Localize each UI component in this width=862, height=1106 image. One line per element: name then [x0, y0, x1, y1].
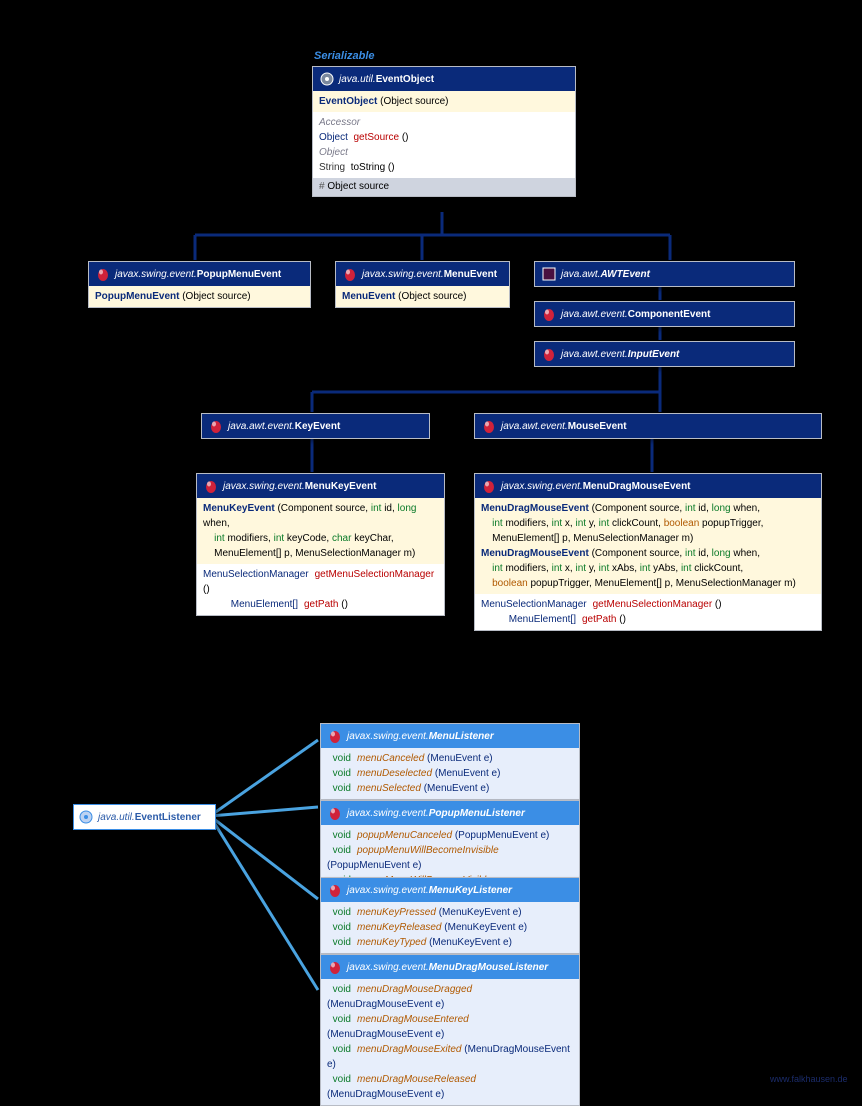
- class-icon: [95, 266, 111, 282]
- stereotype-serializable: Serializable: [314, 50, 375, 62]
- interface-icon: [327, 959, 343, 975]
- interface-icon: [327, 728, 343, 744]
- class-icon: [342, 266, 358, 282]
- interface-icon: [327, 805, 343, 821]
- class-icon: [541, 306, 557, 322]
- interface-menukeylistener: javax.swing.event.MenuKeyListener voidme…: [320, 877, 580, 954]
- class-menuevent: javax.swing.event.MenuEvent MenuEvent (O…: [335, 261, 510, 308]
- class-icon: [319, 71, 335, 87]
- interface-menulistener: javax.swing.event.MenuListener voidmenuC…: [320, 723, 580, 800]
- watermark: www.falkhausen.de: [770, 1074, 848, 1084]
- interface-icon: [327, 882, 343, 898]
- class-icon: [541, 346, 557, 362]
- class-keyevent: java.awt.event.KeyEvent: [201, 413, 430, 439]
- class-menukeyevent: javax.swing.event.MenuKeyEvent MenuKeyEv…: [196, 473, 445, 616]
- class-mouseevent: java.awt.event.MouseEvent: [474, 413, 822, 439]
- class-popupmenuevent: javax.swing.event.PopupMenuEvent PopupMe…: [88, 261, 311, 308]
- class-icon: [203, 478, 219, 494]
- class-icon: [481, 478, 497, 494]
- class-menudragmouseevent: javax.swing.event.MenuDragMouseEvent Men…: [474, 473, 822, 631]
- interface-eventlistener: java.util.EventListener: [73, 804, 216, 830]
- abstract-class-icon: [541, 266, 557, 282]
- class-eventobject: java.util.EventObject EventObject (Objec…: [312, 66, 576, 197]
- class-icon: [208, 418, 224, 434]
- class-icon: [481, 418, 497, 434]
- interface-icon: [78, 809, 94, 825]
- interface-menudragmouselistener: javax.swing.event.MenuDragMouseListener …: [320, 954, 580, 1106]
- class-inputevent: java.awt.event.InputEvent: [534, 341, 795, 367]
- class-awtevent: java.awt.AWTEvent: [534, 261, 795, 287]
- class-componentevent: java.awt.event.ComponentEvent: [534, 301, 795, 327]
